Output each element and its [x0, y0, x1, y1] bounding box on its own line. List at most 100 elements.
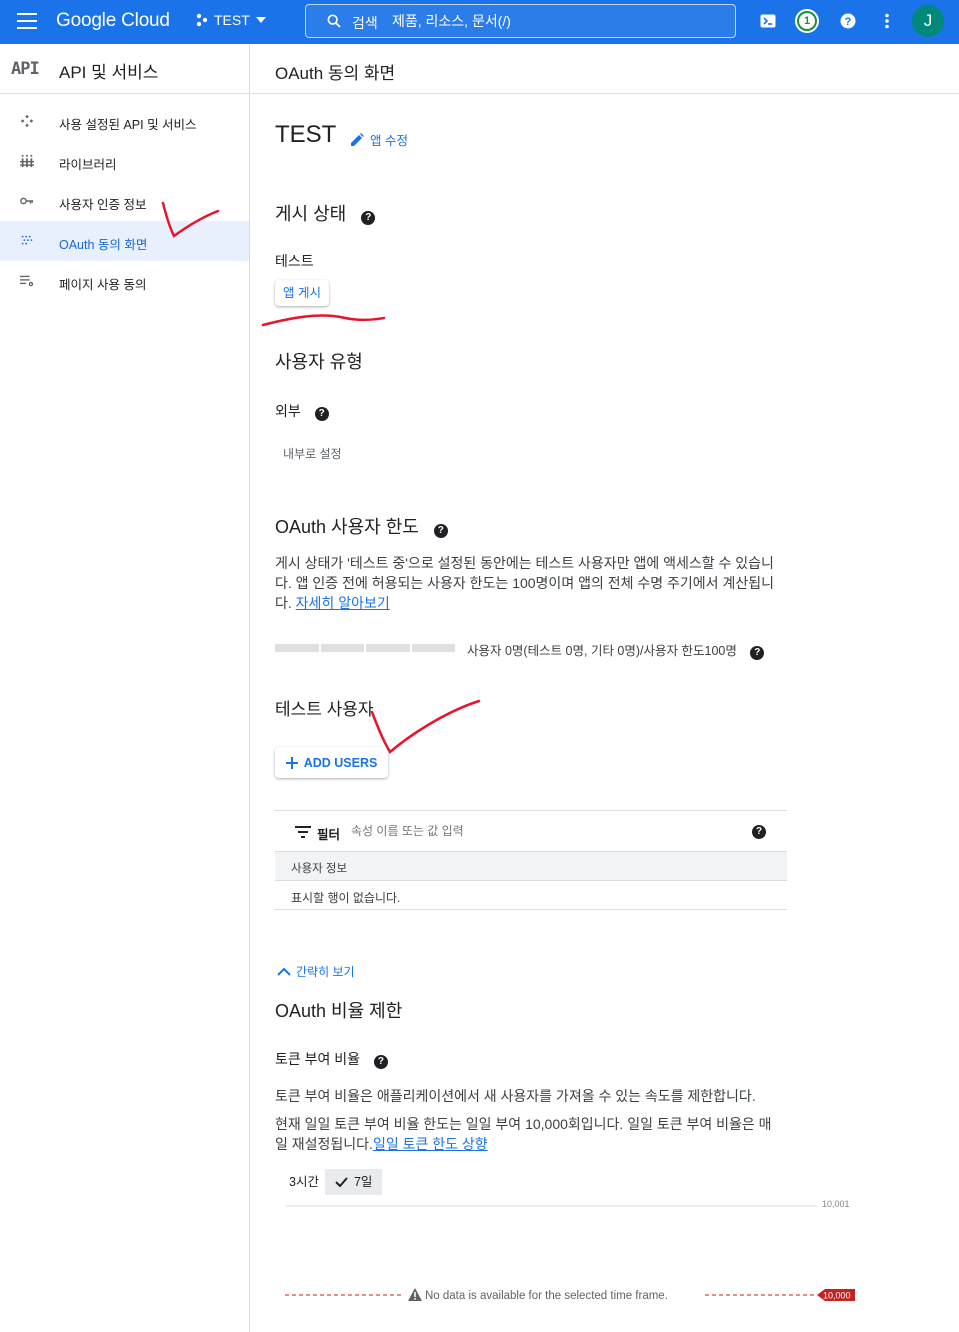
app-name: TEST: [275, 121, 337, 148]
key-icon: [20, 197, 34, 205]
help-icon[interactable]: ?: [314, 407, 329, 421]
sidebar: API API 및 서비스 사용 설정된 API 및 서비스 라이브러리 사용자…: [0, 44, 250, 1332]
check-icon: [335, 1177, 348, 1187]
help-icon[interactable]: ?: [361, 211, 376, 225]
make-internal-button[interactable]: 내부로 설정: [283, 445, 342, 462]
token-grant-description: 토큰 부여 비율은 애플리케이션에서 새 사용자를 가져올 수 있는 속도를 제…: [275, 1088, 756, 1104]
cloud-shell-icon[interactable]: [760, 13, 776, 29]
api-logo-icon: API: [11, 59, 40, 79]
apis-diamond-icon: [20, 114, 34, 128]
sidebar-item-credentials[interactable]: 사용자 인증 정보: [0, 181, 249, 221]
token-limit-line: 현재 일일 토큰 부여 비율 한도는 일일 부여 10,000회입니다. 일일 …: [275, 1116, 772, 1132]
sidebar-item-label: 사용자 인증 정보: [59, 198, 147, 212]
collapse-toggle[interactable]: 간략히 보기: [277, 963, 355, 980]
user-cap-line: 다. 자세히 알아보기: [275, 593, 785, 613]
user-cap-progress-bar: [275, 644, 455, 652]
publishing-status-value: 테스트: [275, 253, 314, 269]
add-users-button[interactable]: ADD USERS: [275, 747, 388, 778]
filter-bar[interactable]: 필터 ?: [275, 810, 787, 852]
token-limit-prefix: 일 재설정됩니다.: [275, 1136, 373, 1152]
filter-label: 필터: [317, 828, 341, 842]
sidebar-item-label: OAuth 동의 화면: [59, 238, 148, 252]
page-header: OAuth 동의 화면: [251, 44, 959, 94]
search-icon: [327, 14, 341, 28]
sidebar-item-enabled-apis[interactable]: 사용 설정된 API 및 서비스: [0, 101, 249, 141]
notifications-badge[interactable]: 1: [795, 9, 819, 33]
sidebar-title: API 및 서비스: [59, 63, 159, 82]
caret-down-icon: [255, 17, 266, 23]
sidebar-item-library[interactable]: 라이브러리: [0, 141, 249, 181]
help-icon[interactable]: ?: [750, 646, 765, 660]
sidebar-item-label: 라이브러리: [59, 158, 117, 172]
search-label: 검색: [352, 15, 378, 31]
hamburger-menu-icon[interactable]: [17, 13, 37, 31]
sidebar-nav: 사용 설정된 API 및 서비스 라이브러리 사용자 인증 정보 OAuth 동…: [0, 101, 249, 301]
token-grant-rate-title: 토큰 부여 비율: [275, 1051, 361, 1067]
y-axis-top-label: 10,001: [822, 1199, 850, 1209]
learn-more-link[interactable]: 자세히 알아보기: [296, 595, 390, 611]
sidebar-item-label: 페이지 사용 동의: [59, 278, 147, 292]
test-users-title: 테스트 사용자: [275, 700, 374, 719]
publishing-status-title: 게시 상태 ?: [275, 200, 376, 226]
notification-count: 1: [799, 13, 815, 29]
user-type-value: 외부: [275, 403, 301, 419]
oauth-dots-icon: [21, 235, 33, 245]
help-icon[interactable]: ?: [752, 825, 766, 839]
user-type-row: 외부 ?: [275, 401, 329, 421]
user-cap-usage-row: 사용자 0명(테스트 0명, 기타 0명)/사용자 한도100명 ?: [467, 640, 765, 660]
increase-token-limit-link[interactable]: 일일 토큰 한도 상향: [373, 1136, 488, 1152]
project-selector[interactable]: TEST: [196, 12, 266, 28]
project-name: TEST: [214, 12, 250, 28]
token-grant-limit-description: 현재 일일 토큰 부여 비율 한도는 일일 부여 10,000회입니다. 일일 …: [275, 1114, 795, 1154]
google-cloud-logo[interactable]: Google Cloud: [56, 10, 170, 32]
search-box[interactable]: 검색: [305, 4, 736, 38]
user-cap-usage-text: 사용자 0명(테스트 0명, 기타 0명)/사용자 한도100명: [467, 644, 737, 658]
help-icon[interactable]: ?: [373, 1055, 388, 1069]
column-header-user-info[interactable]: 사용자 정보: [291, 860, 347, 876]
pencil-icon: [351, 132, 364, 146]
sidebar-item-page-usage-consent[interactable]: 페이지 사용 동의: [0, 261, 249, 301]
help-icon[interactable]: ?: [433, 524, 448, 538]
token-rate-chart: 10,001 No data is available for the sele…: [285, 1199, 855, 1303]
user-cap-description: 게시 상태가 '테스트 중'으로 설정된 동안에는 테스트 사용자만 앱에 액세…: [275, 553, 785, 613]
settings-list-icon: [20, 275, 34, 287]
main-content: TEST 앱 수정 게시 상태 ? 테스트 앱 게시 사용자 유형 외부 ? 내…: [251, 94, 959, 1332]
edit-app-label: 앱 수정: [370, 134, 408, 148]
account-avatar[interactable]: J: [912, 5, 944, 37]
token-limit-line: 일 재설정됩니다.일일 토큰 한도 상향: [275, 1134, 795, 1154]
publish-app-button[interactable]: 앱 게시: [275, 280, 329, 306]
filter-icon: [295, 826, 311, 838]
sidebar-item-label: 사용 설정된 API 및 서비스: [59, 118, 197, 132]
user-cap-line: 게시 상태가 '테스트 중'으로 설정된 동안에는 테스트 사용자만 앱에 액세…: [275, 555, 774, 571]
edit-app-button[interactable]: 앱 수정: [349, 130, 408, 149]
search-input[interactable]: [392, 11, 722, 31]
chevron-up-icon: [277, 967, 291, 976]
empty-message: 표시할 행이 없습니다.: [291, 891, 401, 905]
threshold-label: 10,000: [823, 1291, 851, 1301]
user-type-title: 사용자 유형: [275, 352, 363, 372]
library-grid-icon: [20, 154, 34, 168]
table-empty-row: 표시할 행이 없습니다.: [275, 881, 787, 910]
user-cap-line: 다. 앱 인증 전에 허용되는 사용자 한도는 100명이며 앱의 전체 수명 …: [275, 575, 774, 591]
svg-text:?: ?: [845, 16, 852, 28]
sidebar-header: API API 및 서비스: [0, 44, 249, 94]
token-grant-rate-row: 토큰 부여 비율 ?: [275, 1049, 388, 1069]
help-icon[interactable]: ?: [840, 13, 856, 29]
user-cap-title: OAuth 사용자 한도: [275, 517, 419, 537]
plus-icon: [285, 756, 298, 769]
user-cap-line-prefix: 다.: [275, 595, 296, 611]
table-header: 사용자 정보: [275, 852, 787, 881]
rate-limit-title: OAuth 비율 제한: [275, 1001, 403, 1021]
more-vert-icon[interactable]: [884, 13, 890, 29]
top-app-bar: Google Cloud TEST 검색 1 ? J: [0, 0, 959, 44]
user-cap-title-row: OAuth 사용자 한도 ?: [275, 513, 448, 539]
sidebar-item-oauth-consent[interactable]: OAuth 동의 화면: [0, 221, 249, 261]
test-users-table: 필터 ? 사용자 정보 표시할 행이 없습니다.: [275, 810, 787, 910]
page-title: OAuth 동의 화면: [275, 64, 396, 83]
no-data-message: No data is available for the selected ti…: [425, 1290, 668, 1302]
collapse-label: 간략히 보기: [296, 965, 355, 979]
publishing-status-heading: 게시 상태: [275, 204, 347, 224]
add-users-label: ADD USERS: [303, 755, 378, 770]
project-hex-icon: [196, 13, 208, 27]
filter-input[interactable]: [351, 822, 711, 840]
